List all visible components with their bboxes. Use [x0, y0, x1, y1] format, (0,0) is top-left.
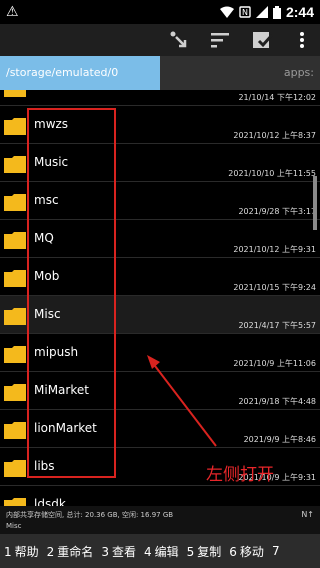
sort-icon[interactable] [208, 28, 232, 52]
battery-saver-icon: N [239, 6, 251, 18]
folder-icon [4, 384, 26, 401]
clock: 2:44 [285, 4, 314, 20]
folder-icon [4, 232, 26, 249]
file-date: 2021/10/9 上午11:06 [233, 359, 316, 368]
function-key-bar: 1 帮助 2 重命名 3 查看 4 编辑 5 复制 6 移动 7 [0, 534, 320, 568]
annotation-highlight-box [27, 108, 116, 478]
svg-text:N: N [242, 8, 248, 17]
signal-icon [255, 6, 268, 18]
folder-icon [4, 270, 26, 287]
edit-button[interactable]: 4 编辑 [140, 543, 183, 560]
battery-icon [272, 5, 281, 19]
file-name: ldsdk [34, 497, 66, 506]
folder-icon [4, 460, 26, 477]
file-date: 21/10/14 下午12:02 [238, 93, 316, 102]
file-date: 2021/9/28 下午3:17 [238, 207, 316, 216]
folder-icon [4, 90, 26, 97]
current-path-tab[interactable]: /storage/emulated/0 [0, 56, 160, 90]
storage-flag: N↑ [301, 510, 314, 519]
action-toolbar [0, 24, 320, 56]
help-button[interactable]: 1 帮助 [0, 543, 43, 560]
rename-button[interactable]: 2 重命名 [43, 543, 98, 560]
status-icons: N 2:44 [219, 4, 314, 20]
view-button[interactable]: 3 查看 [97, 543, 140, 560]
file-date: 2021/4/17 下午5:57 [238, 321, 316, 330]
file-date: 2021/10/12 上午9:31 [233, 245, 316, 254]
file-date: 2021/9/18 下午4:48 [238, 397, 316, 406]
file-date: 2021/9/9 上午8:46 [243, 435, 316, 444]
folder-icon [4, 498, 26, 506]
status-bar: ⚠ N 2:44 [0, 0, 320, 24]
folder-icon [4, 346, 26, 363]
storage-info: 内部共享存储空间, 总计: 20.36 GB, 空闲: 16.97 GB Mis… [0, 506, 320, 534]
select-all-icon[interactable] [250, 28, 274, 52]
more-vert-icon[interactable] [290, 28, 314, 52]
move-button[interactable]: 6 移动 [225, 543, 268, 560]
list-scrollbar[interactable] [313, 176, 317, 230]
folder-icon [4, 194, 26, 211]
path-bar: /storage/emulated/0 apps: [0, 56, 320, 90]
warning-triangle-icon: ⚠ [6, 4, 19, 20]
storage-summary: 内部共享存储空间, 总计: 20.36 GB, 空闲: 16.97 GB [6, 511, 174, 519]
copy-button[interactable]: 5 复制 [183, 543, 226, 560]
folder-icon [4, 156, 26, 173]
file-row[interactable]: ldsdk [0, 486, 320, 506]
annotation-text: 左侧打开 [206, 465, 274, 485]
folder-icon [4, 422, 26, 439]
file-row[interactable]: 21/10/14 下午12:02 [0, 90, 320, 106]
file-date: 2021/10/10 上午11:55 [228, 169, 316, 178]
folder-icon [4, 308, 26, 325]
file-date: 2021/10/12 上午8:37 [233, 131, 316, 140]
wifi-icon [219, 6, 234, 18]
function-key-7[interactable]: 7 [268, 544, 287, 558]
apps-tab[interactable]: apps: [284, 66, 314, 79]
selected-item-name: Misc [6, 522, 22, 530]
file-date: 2021/10/15 下午9:24 [233, 283, 316, 292]
folder-icon [4, 118, 26, 135]
move-down-icon[interactable] [166, 28, 190, 52]
